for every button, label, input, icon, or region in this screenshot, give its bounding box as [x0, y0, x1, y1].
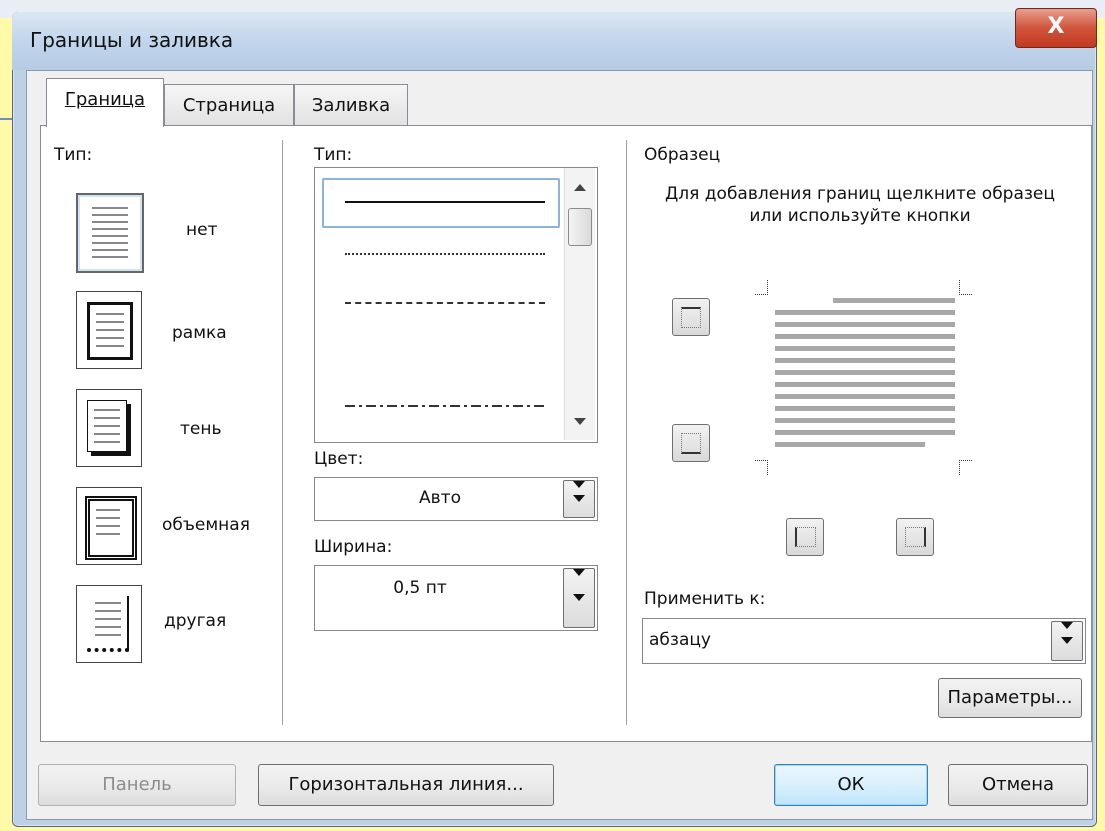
preset-custom-button[interactable]	[76, 585, 142, 663]
box-border-icon	[87, 302, 133, 360]
scroll-thumb[interactable]	[568, 208, 592, 246]
right-border-icon	[905, 527, 926, 547]
style-label: Тип:	[314, 145, 353, 165]
cancel-button[interactable]: Отмена	[948, 764, 1088, 806]
sample-line	[775, 322, 955, 327]
corner-mark	[959, 460, 972, 475]
sample-line	[775, 310, 955, 315]
scroll-down-icon[interactable]	[574, 418, 586, 425]
preset-box-button[interactable]	[76, 291, 142, 369]
preview-sample[interactable]	[745, 272, 975, 475]
top-border-button[interactable]	[672, 298, 710, 336]
preset-none-button[interactable]	[76, 193, 144, 273]
corner-mark	[755, 280, 768, 295]
sample-line	[775, 442, 925, 447]
apply-to-label: Применить к:	[644, 589, 766, 609]
options-button[interactable]: Параметры...	[938, 678, 1082, 718]
tab-borders[interactable]: Граница	[46, 78, 164, 127]
tab-label: Граница	[64, 89, 146, 110]
width-dropdown[interactable]: 0,5 пт	[314, 565, 598, 631]
setting-label: Тип:	[54, 145, 93, 165]
horizontal-line-button[interactable]: Горизонтальная линия...	[258, 764, 554, 806]
close-button[interactable]: X	[1015, 8, 1097, 48]
dropdown-arrow-icon[interactable]	[563, 568, 595, 628]
3d-border-icon	[85, 496, 137, 560]
none-border-icon	[78, 195, 142, 271]
sample-line	[775, 394, 955, 399]
line-style-selection	[322, 178, 560, 228]
preset-3d-button[interactable]	[76, 487, 142, 565]
tab-label: Страница	[182, 95, 276, 116]
preset-label: нет	[186, 220, 218, 240]
line-style-dotted[interactable]	[345, 253, 545, 255]
sample-line	[775, 418, 955, 423]
toolbar-button[interactable]: Панель	[38, 764, 236, 806]
preset-shadow-button[interactable]	[76, 389, 142, 467]
color-label: Цвет:	[314, 449, 364, 469]
line-style-solid[interactable]	[345, 201, 545, 203]
sample-line	[833, 298, 955, 303]
left-border-icon	[795, 527, 816, 547]
tab-label: Заливка	[311, 95, 391, 116]
line-style-dashed-small[interactable]	[345, 302, 545, 304]
apply-to-value: абзацу	[649, 630, 711, 650]
apply-to-dropdown[interactable]: абзацу	[642, 618, 1086, 664]
dropdown-arrow-icon[interactable]	[1051, 621, 1083, 661]
inside-horizontal-border-icon	[681, 433, 701, 454]
sample-line	[775, 334, 955, 339]
left-border-button[interactable]	[786, 518, 824, 556]
custom-border-icon	[87, 596, 129, 652]
line-style-dashed[interactable]	[345, 355, 545, 357]
separator	[626, 140, 627, 725]
preset-label: объемная	[162, 515, 250, 535]
line-style-scrollbar[interactable]	[564, 168, 595, 440]
ok-button[interactable]: ОК	[774, 764, 928, 806]
preset-label: рамка	[172, 323, 227, 343]
dialog-title: Границы и заливка	[30, 28, 234, 52]
sample-line	[775, 346, 955, 351]
corner-mark	[755, 460, 768, 475]
sample-line	[775, 382, 955, 387]
color-value: Авто	[419, 488, 461, 508]
corner-mark	[959, 280, 972, 295]
sample-line	[775, 370, 955, 375]
preview-hint: Для добавления границ щелкните образец и…	[665, 184, 1055, 226]
preset-label: другая	[164, 611, 227, 631]
width-label: Ширина:	[314, 537, 393, 557]
right-border-button[interactable]	[896, 518, 934, 556]
dropdown-arrow-icon[interactable]	[563, 480, 595, 518]
shadow-border-icon	[87, 400, 127, 452]
separator	[282, 140, 283, 725]
sample-line	[775, 430, 955, 435]
top-border-icon	[681, 307, 701, 328]
sample-line	[775, 358, 955, 363]
sample-line	[775, 406, 955, 411]
tab-shading[interactable]: Заливка	[294, 84, 408, 127]
line-style-dash-dot[interactable]	[345, 405, 545, 407]
preset-label: тень	[180, 419, 222, 439]
width-value: 0,5 пт	[393, 578, 447, 598]
preview-label: Образец	[644, 145, 721, 165]
scroll-up-icon[interactable]	[574, 184, 586, 191]
bottom-border-button[interactable]	[672, 424, 710, 462]
color-dropdown[interactable]: Авто	[314, 477, 598, 521]
tab-page-border[interactable]: Страница	[164, 84, 294, 127]
